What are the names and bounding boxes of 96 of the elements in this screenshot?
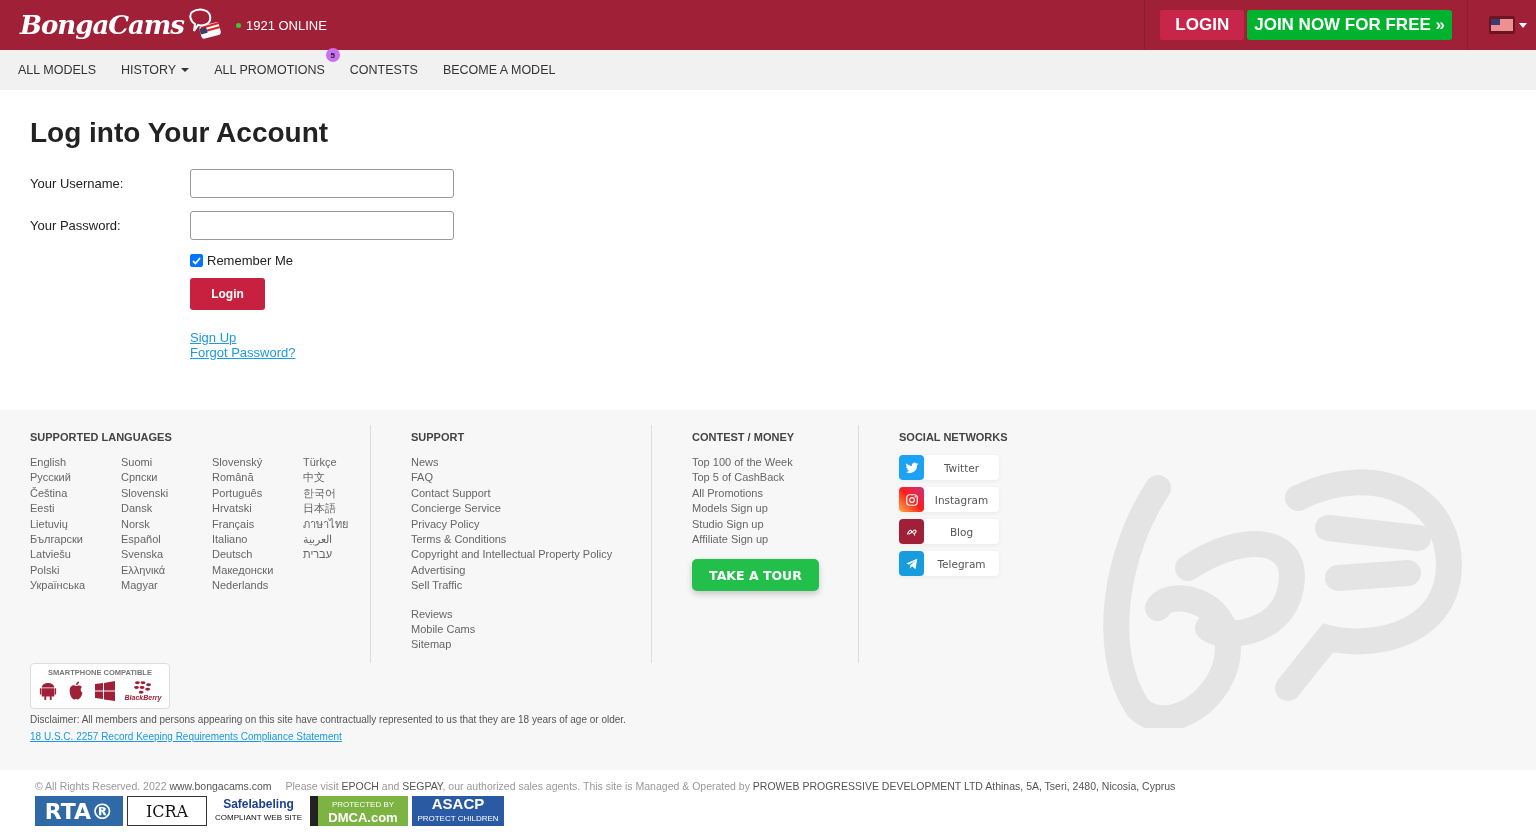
nav-link[interactable]: BECOME A MODEL xyxy=(442,63,556,77)
language-link[interactable]: Slovenský xyxy=(212,455,303,471)
nav-link[interactable]: CONTESTS xyxy=(349,63,418,77)
field-label: Your Username: xyxy=(30,176,125,191)
language-link[interactable]: Italiano xyxy=(212,532,303,548)
footer-link[interactable]: FAQ xyxy=(411,470,651,486)
social-link[interactable]: Instagram xyxy=(899,487,999,512)
language-link[interactable]: Svenska xyxy=(121,547,212,563)
social-link[interactable]: Telegram xyxy=(899,551,999,576)
paper-plane-icon xyxy=(899,551,924,576)
copyright-text: © All Rights Reserved. 2022 www.bongacams.com xyxy=(35,780,272,792)
footer-link[interactable]: Concierge Service xyxy=(411,501,651,517)
online-count: 1921 ONLINE xyxy=(235,17,327,33)
language-link[interactable]: 한국어 xyxy=(303,485,363,502)
camera-icon xyxy=(899,487,924,512)
compliance-link[interactable]: 18 U.S.C. 2257 Record Keeping Requirements Compliance Statement xyxy=(30,731,342,742)
bird-icon xyxy=(899,455,924,480)
footer-link[interactable]: Sitemap xyxy=(411,637,651,653)
checkbox-label: Remember Me xyxy=(207,253,293,268)
language-link[interactable]: 中文 xyxy=(303,470,363,486)
language-link[interactable]: Deutsch xyxy=(212,547,303,563)
rta-badge[interactable]: RTA® xyxy=(35,796,123,826)
language-link[interactable]: العربية xyxy=(303,532,363,548)
footer-link[interactable]: All Promotions xyxy=(692,485,858,502)
language-link[interactable]: Čeština xyxy=(30,485,121,502)
page-title: Log into Your Account xyxy=(30,117,330,149)
language-link[interactable]: Lietuvių xyxy=(30,516,121,533)
footer-link[interactable]: Top 100 of the Week xyxy=(692,455,858,471)
footer-link[interactable]: News xyxy=(411,455,651,471)
language-link[interactable]: Српски xyxy=(121,470,212,486)
footer-link[interactable]: Reviews xyxy=(411,606,651,623)
login-submit-button[interactable]: Login xyxy=(190,278,265,310)
windows-icon xyxy=(94,680,115,701)
language-link[interactable]: Български xyxy=(30,532,121,548)
section-heading: SUPPORT xyxy=(411,431,466,443)
language-link[interactable]: Nederlands xyxy=(212,578,303,594)
site-logo[interactable]: BongaCams xyxy=(20,10,184,40)
footer-link[interactable]: Copyright and Intellectual Property Policy xyxy=(411,547,651,563)
operator-notice: Please visit EPOCH and SEGPAY, our authorized sales agents. This site is Managed & Operated by PROWEB PROGRESSIVE DEVELOPMENT LTD Athinas, 5A, Tseri, 2480, Nicosia, Cyprus xyxy=(285,780,1176,792)
language-link[interactable]: Slovenski xyxy=(121,485,212,502)
language-link[interactable]: Norsk xyxy=(121,516,212,533)
language-link[interactable]: Suomi xyxy=(121,455,212,471)
footer-link[interactable]: Privacy Policy xyxy=(411,516,651,533)
language-link[interactable]: Македонски xyxy=(212,562,303,579)
footer-link[interactable]: Affiliate Sign up xyxy=(692,532,858,548)
blog-icon xyxy=(899,519,924,544)
checkbox[interactable] xyxy=(190,254,203,267)
caret-icon xyxy=(181,68,190,72)
safelabeling-badge[interactable]: Safelabeling COMPLIANT WEB SITE xyxy=(211,796,306,826)
field-label: Your Password: xyxy=(30,218,122,233)
language-link[interactable]: Magyar xyxy=(121,578,212,594)
footer-link[interactable]: Contact Support xyxy=(411,485,651,502)
language-link[interactable]: Latviešu xyxy=(30,547,121,563)
section-heading: SUPPORTED LANGUAGES xyxy=(30,431,173,443)
language-link[interactable]: עברית xyxy=(303,547,363,563)
text-link[interactable]: Sign Up xyxy=(190,330,237,345)
text-link[interactable]: Forgot Password? xyxy=(190,345,296,360)
icra-badge[interactable]: ICRA xyxy=(127,796,207,826)
asacp-badge[interactable]: ASACP PROTECT CHILDREN xyxy=(412,796,504,826)
language-link[interactable]: Hrvatski xyxy=(212,501,303,517)
language-link[interactable]: Română xyxy=(212,470,303,486)
nav-link[interactable]: ALL MODELS xyxy=(18,63,97,77)
language-link[interactable]: Ελληνικά xyxy=(121,562,212,579)
social-link[interactable]: Blog xyxy=(899,519,999,544)
footer-link[interactable]: Studio Sign up xyxy=(692,516,858,533)
language-link[interactable]: Türkçe xyxy=(303,455,363,471)
nav-link[interactable]: ALL PROMOTIONS xyxy=(214,63,325,77)
footer-link[interactable]: Terms & Conditions xyxy=(411,532,651,548)
language-link[interactable]: English xyxy=(30,455,121,471)
flag-icon[interactable] xyxy=(1489,16,1515,34)
language-link[interactable]: Español xyxy=(121,532,212,548)
section-heading: SOCIAL NETWORKS xyxy=(899,431,1008,443)
language-link[interactable]: 日本語 xyxy=(303,501,363,517)
section-heading: CONTEST / MONEY xyxy=(692,431,796,443)
android-icon xyxy=(38,680,57,701)
input-field[interactable] xyxy=(190,169,454,198)
login-button[interactable]: LOGIN xyxy=(1160,10,1245,40)
caret-icon[interactable] xyxy=(1519,22,1527,28)
language-link[interactable]: Русский xyxy=(30,470,121,486)
footer-link[interactable]: Sell Traffic xyxy=(411,578,651,594)
footer-link[interactable]: Models Sign up xyxy=(692,501,858,517)
language-link[interactable]: Português xyxy=(212,485,303,502)
disclaimer-text: Disclaimer: All members and persons appearing on this site have contractually represented to us that they are 18 years of age or older. xyxy=(30,714,627,725)
input-field[interactable] xyxy=(190,211,454,240)
language-link[interactable]: Polski xyxy=(30,562,121,579)
language-link[interactable]: Eesti xyxy=(30,501,121,517)
nav-link[interactable]: HISTORY xyxy=(121,63,190,77)
footer-link[interactable]: Mobile Cams xyxy=(411,622,651,638)
footer-link[interactable]: Advertising xyxy=(411,562,651,579)
footer-link[interactable]: Top 5 of CashBack xyxy=(692,470,858,486)
language-link[interactable]: Français xyxy=(212,516,303,533)
language-link[interactable]: ภาษาไทย xyxy=(303,516,363,533)
social-link[interactable]: Twitter xyxy=(899,455,999,480)
language-link[interactable]: Dansk xyxy=(121,501,212,517)
language-link[interactable]: Українська xyxy=(30,578,121,594)
count-badge: 5 xyxy=(325,48,340,62)
